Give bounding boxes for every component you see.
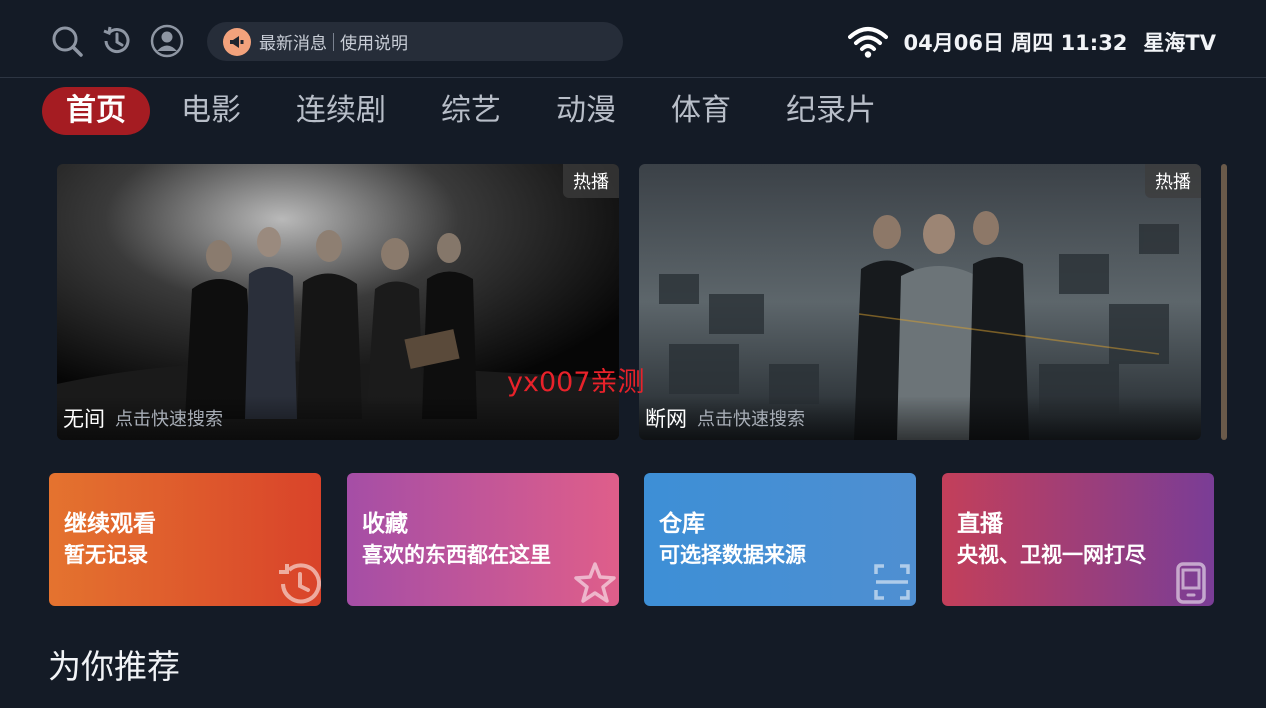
warehouse-icon (874, 564, 910, 600)
search-icon[interactable] (50, 24, 84, 58)
megaphone-icon (223, 27, 251, 56)
notice-divider (333, 32, 334, 51)
hot-badge: 热播 (1145, 164, 1201, 198)
quick-search-hint: 点击快速搜索 (115, 409, 223, 430)
banner-caption: 断网 点击快速搜索 (639, 396, 1201, 440)
tab-sports[interactable]: 体育 (647, 87, 755, 135)
hot-badge: 热播 (563, 164, 619, 198)
category-tabs: 首页 电影 连续剧 综艺 动漫 体育 纪录片 (42, 86, 907, 136)
section-title: 为你推荐 (48, 647, 180, 686)
banner-title: 无间 (63, 407, 105, 431)
latest-news-link[interactable]: 最新消息 (259, 29, 327, 54)
tab-movies[interactable]: 电影 (157, 87, 265, 135)
tab-home[interactable]: 首页 (42, 87, 150, 135)
top-bar: 最新消息 使用说明 04月06日 周四 11:32 星海TV (0, 0, 1266, 78)
user-guide-link[interactable]: 使用说明 (340, 29, 408, 54)
history-icon[interactable] (100, 24, 134, 58)
continue-watching-card[interactable]: 继续观看 暂无记录 (49, 473, 321, 606)
quick-search-hint: 点击快速搜索 (697, 409, 805, 430)
tab-documentary[interactable]: 纪录片 (762, 87, 900, 135)
tab-variety[interactable]: 综艺 (417, 87, 525, 135)
watermark-text: yx007亲测 (507, 367, 645, 398)
card-title: 直播 (957, 511, 1003, 537)
history-icon (279, 563, 321, 604)
brand-name: 星海TV (1143, 31, 1216, 55)
card-title: 收藏 (362, 511, 408, 537)
favorites-card[interactable]: 收藏 喜欢的东西都在这里 (347, 473, 619, 606)
tv-icon (1176, 562, 1206, 604)
wifi-icon (847, 27, 888, 58)
date-time: 04月06日 周四 11:32 (903, 31, 1128, 55)
banner-title: 断网 (645, 407, 687, 431)
tab-series[interactable]: 连续剧 (272, 87, 410, 135)
banner-duanwang[interactable]: 热播 断网 点击快速搜索 (639, 164, 1201, 440)
banner-next-peek[interactable] (1221, 164, 1227, 440)
live-tv-card[interactable]: 直播 央视、卫视一网打尽 (942, 473, 1214, 606)
card-title: 继续观看 (64, 511, 156, 537)
warehouse-card[interactable]: 仓库 可选择数据来源 (644, 473, 916, 606)
status-area: 04月06日 周四 11:32 星海TV (847, 24, 1216, 60)
notice-bar: 最新消息 使用说明 (207, 22, 623, 61)
banner-caption: 无间 点击快速搜索 (57, 396, 619, 440)
user-icon[interactable] (150, 24, 184, 58)
star-icon (574, 562, 616, 603)
tab-anime[interactable]: 动漫 (532, 87, 640, 135)
card-title: 仓库 (659, 511, 705, 537)
